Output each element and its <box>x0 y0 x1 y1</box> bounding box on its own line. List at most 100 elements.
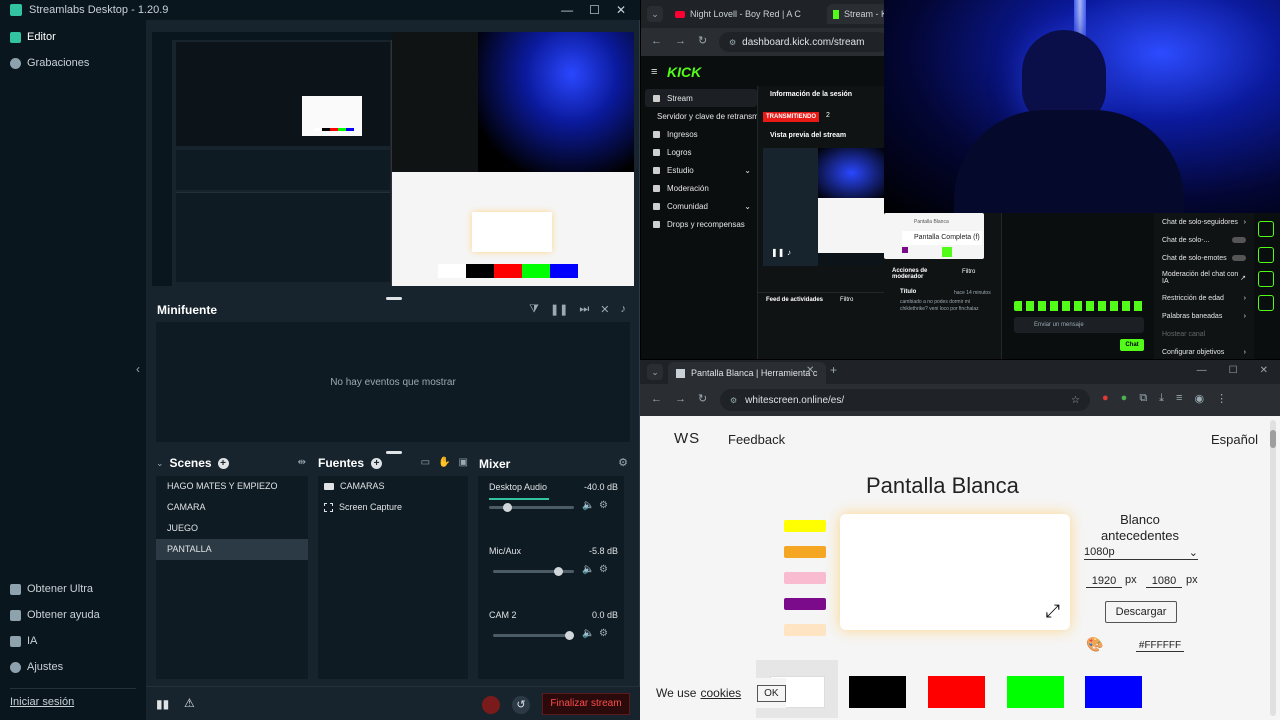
back-icon[interactable]: ← <box>651 393 662 405</box>
volume-knob[interactable] <box>565 631 574 640</box>
download-icon[interactable]: ⤓ <box>1159 392 1164 405</box>
kick-nav-estudio[interactable]: Estudio ⌄ <box>645 161 757 179</box>
login-link[interactable]: Iniciar sesión <box>0 689 146 715</box>
white-preview[interactable]: ⤢ <box>840 514 1070 630</box>
more-menu-icon[interactable]: ⋮ <box>1216 392 1227 405</box>
color-swatch[interactable] <box>784 572 826 584</box>
reload-icon[interactable]: ↻ <box>698 34 707 47</box>
toggle[interactable] <box>1232 255 1246 261</box>
scrollbar[interactable] <box>1270 420 1276 716</box>
volume-slider[interactable] <box>493 631 574 640</box>
setting-banned-words[interactable]: Palabras baneadas › <box>1154 307 1254 325</box>
speaker-icon[interactable]: 🔈 <box>582 628 594 639</box>
fullscreen-menu-item[interactable]: Pantalla Completa (f) <box>902 231 982 245</box>
extension-icon[interactable]: ● <box>1121 392 1128 405</box>
setting-followers-only[interactable]: Chat de solo-seguidores › <box>1154 213 1254 231</box>
fullscreen-expand-icon[interactable]: ⤢ <box>1046 601 1060 622</box>
bookmark-star-icon[interactable]: ☆ <box>1071 395 1080 406</box>
sidebar-item-ajustes[interactable]: Ajustes <box>0 654 146 680</box>
alert-icon[interactable]: ⚠ <box>184 696 195 710</box>
chat-button[interactable]: Chat <box>1120 339 1144 351</box>
minimize-button[interactable]: — <box>561 3 573 17</box>
download-button[interactable]: Descargar <box>1105 601 1177 623</box>
sidebar-item-ayuda[interactable]: Obtener ayuda <box>0 602 146 628</box>
mod-filter[interactable]: Filtro <box>962 269 975 275</box>
extensions-puzzle-icon[interactable]: ⧉ <box>1139 392 1147 405</box>
minimize-button[interactable]: — <box>1197 365 1207 376</box>
mixer-gear-icon[interactable]: ⚙ <box>618 456 628 469</box>
setting-ai-moderation[interactable]: Moderación del chat con IA ↗ <box>1154 267 1254 289</box>
kick-nav-drops[interactable]: Drops y recompensas <box>645 215 757 233</box>
speaker-icon[interactable]: 🔈 <box>582 500 594 511</box>
profile-avatar-icon[interactable]: ◉ <box>1194 392 1204 405</box>
tab-list-icon[interactable]: ≡ <box>1176 392 1182 405</box>
maximize-button[interactable]: ☐ <box>589 3 600 17</box>
forward-icon[interactable]: → <box>675 35 686 47</box>
forward-icon[interactable]: → <box>675 393 686 405</box>
bottom-color-tile[interactable] <box>1085 676 1142 708</box>
pause-icon[interactable]: ❚❚ <box>771 248 784 257</box>
sidebar-item-obtener-ultra[interactable]: Obtener Ultra <box>0 576 146 602</box>
filter-icon[interactable]: ⧩ <box>529 303 539 316</box>
reload-icon[interactable]: ↻ <box>698 392 707 405</box>
toggle[interactable] <box>1232 237 1246 243</box>
chat-rail-icon[interactable] <box>1258 295 1274 311</box>
sidebar-item-grabaciones[interactable]: Grabaciones <box>0 50 146 76</box>
ws-logo[interactable]: WS <box>674 430 700 447</box>
close-tab-icon[interactable]: ✕ <box>806 365 814 376</box>
record-button[interactable] <box>482 696 500 714</box>
tab-kick-stream[interactable]: Stream - K <box>827 4 884 24</box>
color-swatch[interactable] <box>784 624 826 636</box>
cookie-link[interactable]: cookies <box>700 686 741 700</box>
tab-search-icon[interactable]: ⌄ <box>647 364 663 380</box>
bottom-color-tile[interactable] <box>849 676 906 708</box>
fullscreen-toggle-icon[interactable] <box>942 247 952 257</box>
pause-icon[interactable]: ❚❚ <box>550 303 568 316</box>
close-button[interactable]: ✕ <box>616 3 626 17</box>
bottom-color-tile[interactable] <box>1007 676 1064 708</box>
setting-slow[interactable]: Chat de solo-... <box>1154 231 1254 249</box>
editor-preview[interactable] <box>152 32 634 286</box>
bottom-color-tile[interactable] <box>928 676 985 708</box>
chat-rail-icon[interactable] <box>1258 271 1274 287</box>
selective-recording-icon[interactable]: ▭ <box>421 457 430 468</box>
scrollbar-thumb[interactable] <box>1270 430 1276 448</box>
address-bar[interactable]: ⚙ dashboard.kick.com/stream <box>719 32 884 52</box>
setting-goals[interactable]: Configurar objetivos › <box>1154 343 1254 361</box>
maximize-button[interactable]: ☐ <box>1229 365 1238 376</box>
chat-input[interactable]: Enviar un mensaje <box>1014 317 1144 333</box>
tab-whitescreen[interactable]: Pantalla Blanca | Herramienta c <box>668 362 826 384</box>
setting-host-channel[interactable]: Hostear canal <box>1154 325 1254 343</box>
skip-icon[interactable]: ⏭ <box>579 303 589 316</box>
close-button[interactable]: ✕ <box>1260 365 1268 376</box>
kick-nav-stream[interactable]: Stream <box>645 89 757 107</box>
cookie-ok-button[interactable]: OK <box>757 684 786 702</box>
tab-search-icon[interactable]: ⌄ <box>647 6 663 22</box>
scene-item[interactable]: JUEGO <box>156 518 308 539</box>
volume-slider[interactable] <box>489 503 574 512</box>
chat-rail-icon[interactable] <box>1258 247 1274 263</box>
activity-filter[interactable]: Filtro <box>840 297 853 303</box>
width-input[interactable]: 1920 <box>1086 575 1122 588</box>
color-swatch[interactable] <box>784 598 826 610</box>
menu-icon[interactable]: ≡ <box>651 66 657 78</box>
tab-night-lovell[interactable]: Night Lovell - Boy Red | A C <box>669 4 827 24</box>
setting-age-restriction[interactable]: Restricción de edad › <box>1154 289 1254 307</box>
language-select[interactable]: Español <box>1211 432 1258 447</box>
address-bar[interactable]: ⚙ whitescreen.online/es/ ☆ <box>720 389 1090 411</box>
hex-input[interactable]: #FFFFFF <box>1136 640 1184 652</box>
palette-icon[interactable]: 🎨 <box>1086 636 1103 653</box>
volume-slider[interactable] <box>493 567 574 576</box>
add-scene-icon[interactable]: + <box>217 457 229 469</box>
scene-item[interactable]: HAGO MATES Y EMPIEZO <box>156 476 308 497</box>
gear-icon[interactable]: ⚙ <box>599 564 608 575</box>
resolution-select[interactable]: 1080p ⌄ <box>1084 546 1198 560</box>
kick-nav-ingresos[interactable]: Ingresos <box>645 125 757 143</box>
scene-item[interactable]: CAMARA <box>156 497 308 518</box>
color-swatch[interactable] <box>784 520 826 532</box>
sidebar-item-editor[interactable]: Editor <box>0 24 146 50</box>
hand-icon[interactable]: ✋ <box>438 457 450 468</box>
source-item[interactable]: Screen Capture <box>318 497 468 518</box>
volume-icon[interactable]: ♪ <box>787 248 791 257</box>
collapse-chevron-icon[interactable]: ‹ <box>136 362 140 376</box>
